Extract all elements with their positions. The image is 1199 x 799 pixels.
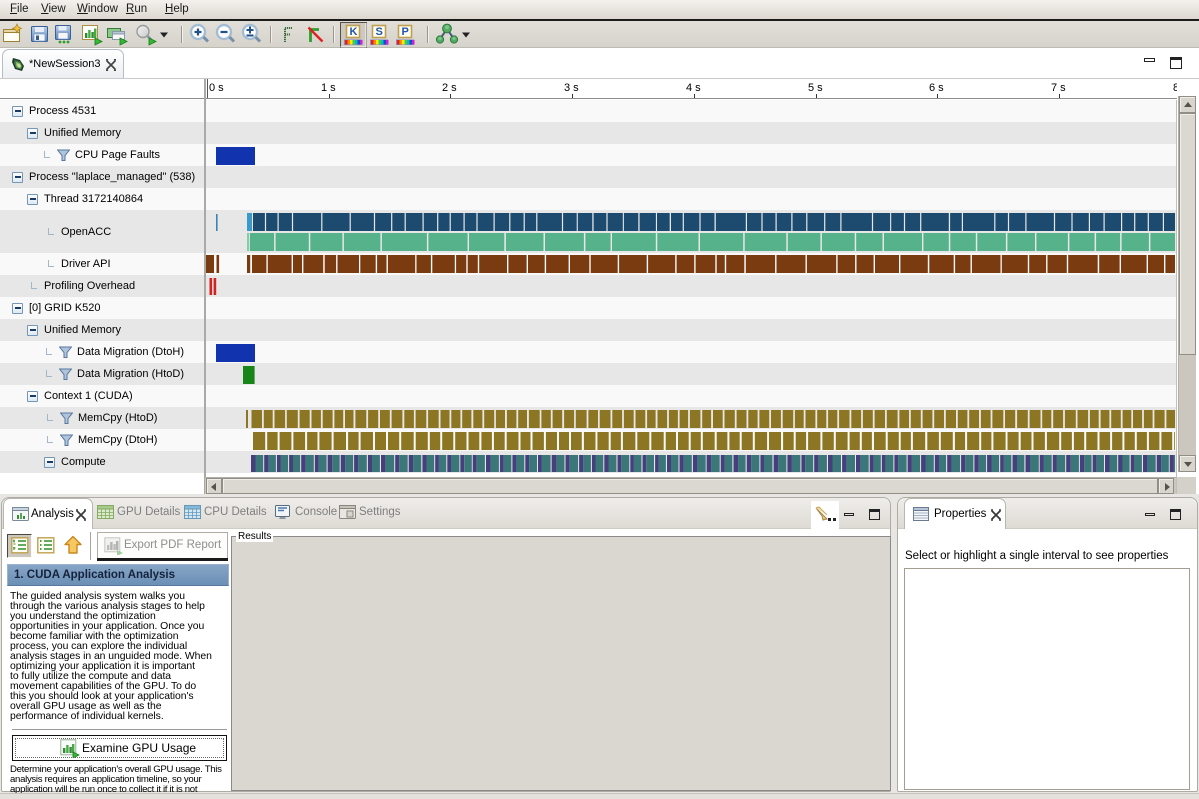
svg-text:K: K <box>350 26 358 38</box>
svg-text:P: P <box>402 26 409 38</box>
svg-text:S: S <box>376 26 383 38</box>
